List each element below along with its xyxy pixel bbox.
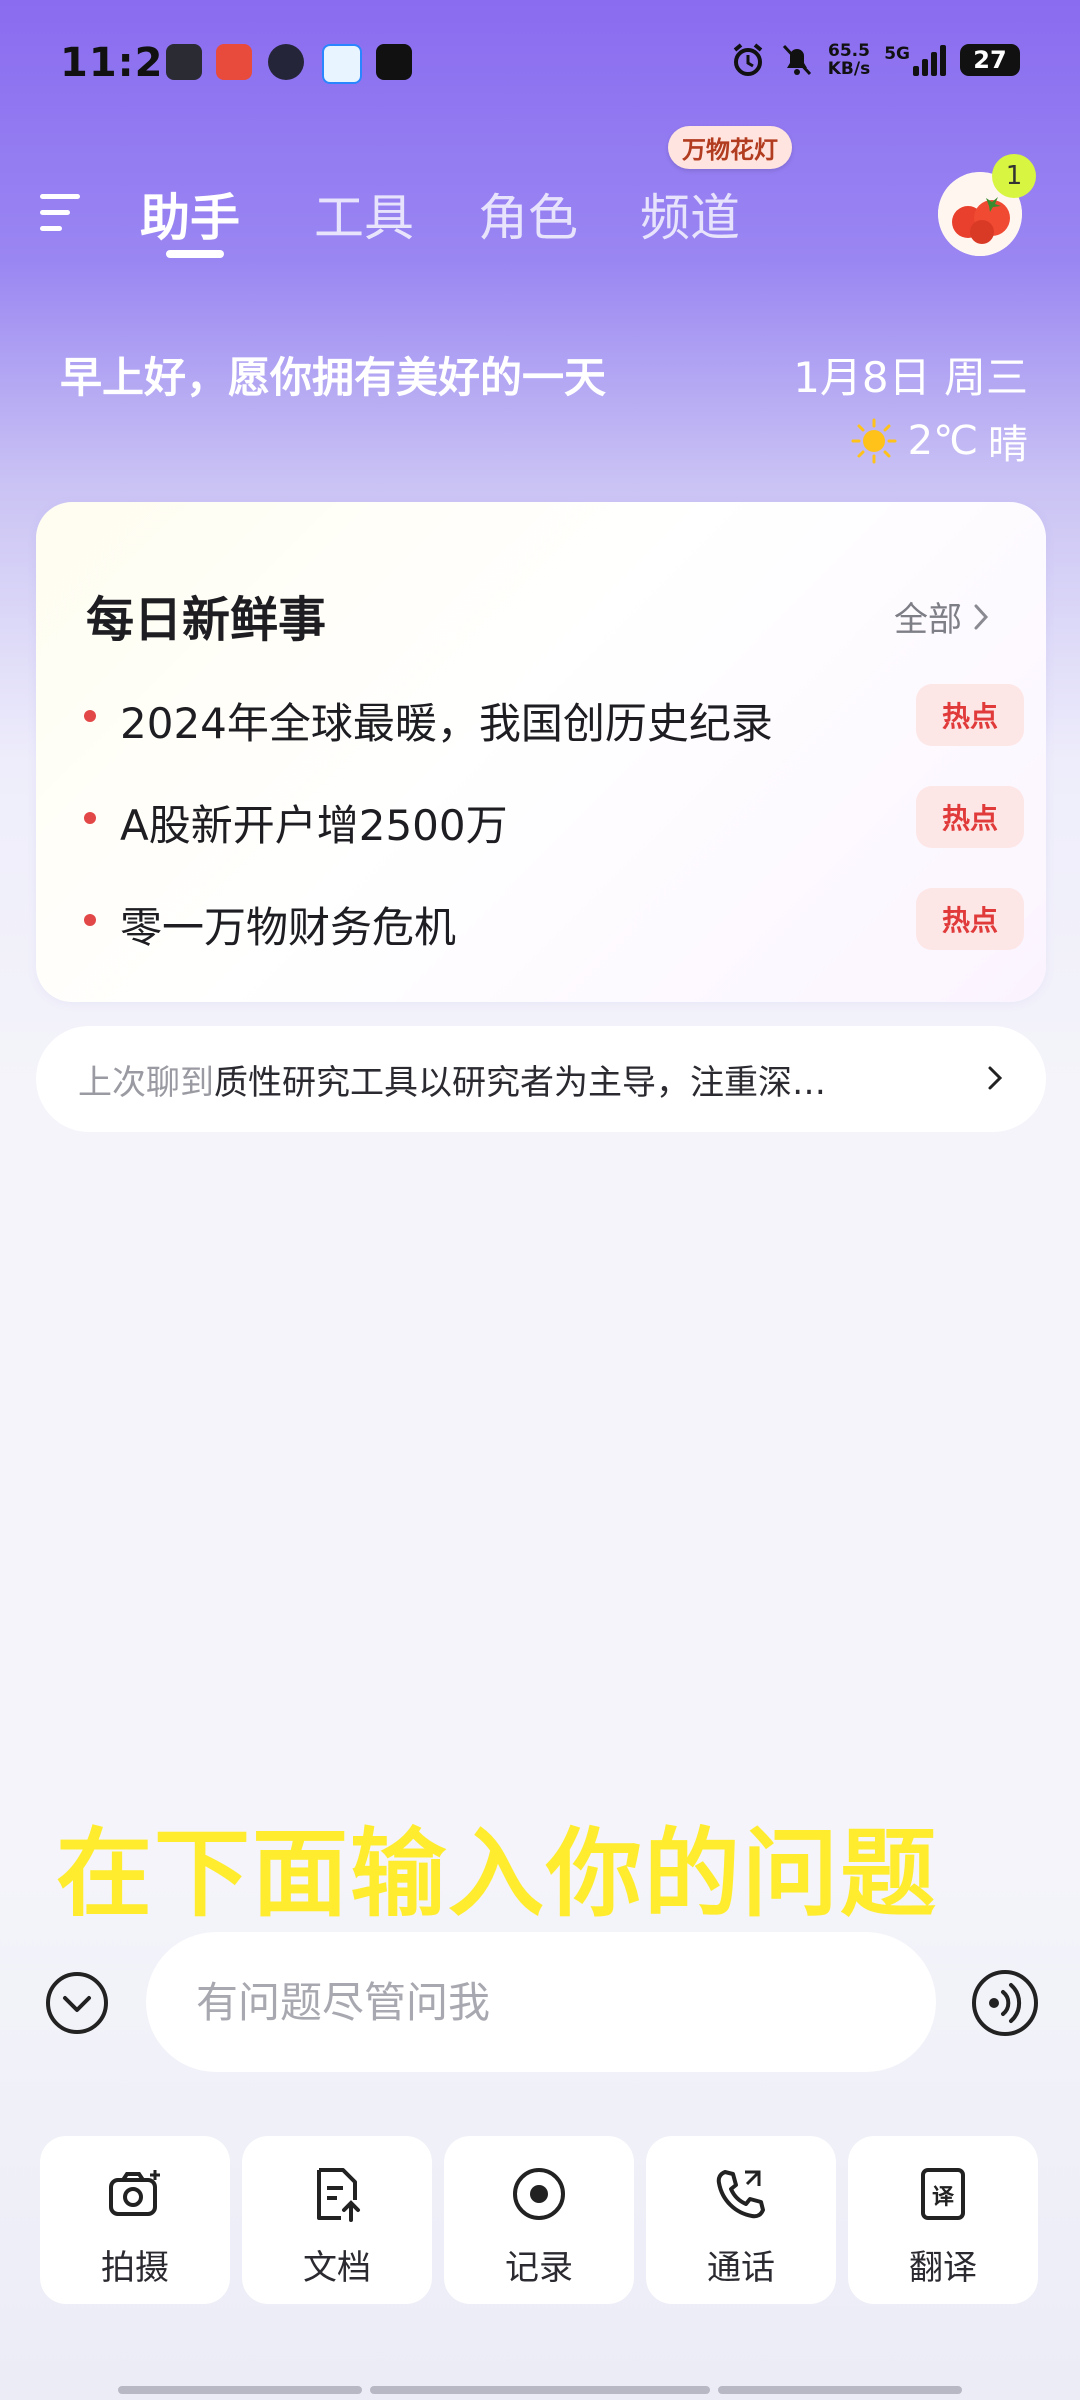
bullet-dot (84, 914, 96, 926)
channel-promo-badge[interactable]: 万物花灯 (668, 126, 792, 169)
chevron-right-icon (974, 604, 989, 629)
collapse-chevron-icon[interactable] (44, 1970, 110, 2036)
chevron-right-icon (988, 1066, 1003, 1090)
weather-condition: 晴 (988, 422, 1028, 468)
tool-document-button[interactable]: 文档 (242, 2136, 432, 2304)
tool-call-button[interactable]: 通话 (646, 2136, 836, 2304)
nav-indicator-left (118, 2386, 362, 2394)
bullet-dot (84, 812, 96, 824)
question-input-box[interactable] (146, 1932, 936, 2072)
news-item[interactable]: 2024年全球最暖，我国创历史纪录 热点 (84, 684, 1024, 750)
status-right: 65.5 KB/s 5G 27 (730, 42, 1020, 78)
signal-bar-icon (913, 65, 919, 76)
news-item[interactable]: A股新开户增2500万 热点 (84, 786, 1024, 852)
voice-call-icon[interactable] (970, 1968, 1040, 2038)
battery-indicator: 27 (960, 44, 1020, 76)
question-input[interactable] (194, 1976, 898, 2028)
tab-roles[interactable]: 角色 (478, 178, 578, 250)
date-text: 1月8日 周三 (793, 353, 1028, 402)
signal-indicator: 5G (884, 43, 946, 76)
greeting-text: 早上好，愿你拥有美好的一天 (60, 353, 607, 402)
last-chat-label: 上次聊到 (78, 1062, 214, 1103)
tab-tools[interactable]: 工具 (314, 178, 414, 250)
network-speed-unit: KB/s (827, 59, 871, 79)
news-item[interactable]: 零一万物财务危机 热点 (84, 888, 1024, 954)
tool-translate-button[interactable]: 译 翻译 (848, 2136, 1038, 2304)
network-speed-value: 65.5 (827, 41, 870, 61)
app-notification-icon-3 (268, 44, 304, 80)
news-item-text: 2024年全球最暖，我国创历史纪录 (120, 699, 773, 748)
svg-text:译: 译 (932, 2185, 955, 2210)
news-item-text: A股新开户增2500万 (120, 801, 508, 850)
hot-tag: 热点 (916, 888, 1024, 950)
tool-camera-button[interactable]: 拍摄 (40, 2136, 230, 2304)
tab-assistant[interactable]: 助手 (140, 178, 240, 250)
daily-news-card: 每日新鲜事 全部 2024年全球最暖，我国创历史纪录 热点 A股新开户增2500… (36, 502, 1046, 1002)
app-notification-icon-4 (322, 44, 362, 84)
tool-label: 拍摄 (101, 2248, 169, 2288)
active-tab-indicator (166, 250, 224, 258)
weather: 2℃ 晴 (850, 412, 1028, 470)
nav-indicator-center (370, 2386, 710, 2394)
app-notification-icon-2 (216, 44, 252, 80)
translate-icon: 译 (921, 2168, 965, 2220)
news-view-all-link[interactable]: 全部 (894, 592, 990, 641)
signal-bar-icon (931, 51, 937, 76)
mute-bell-icon (782, 44, 811, 76)
tool-record-button[interactable]: 记录 (444, 2136, 634, 2304)
camera-icon (109, 2170, 160, 2216)
notification-badge: 1 (992, 154, 1036, 198)
sun-icon (851, 418, 897, 464)
bullet-dot (84, 710, 96, 722)
nav-indicator-right (718, 2386, 962, 2394)
tool-label: 记录 (505, 2248, 573, 2288)
last-chat-entry[interactable]: 上次聊到 质性研究工具以研究者为主导，注重深… (36, 1026, 1046, 1132)
tool-label: 文档 (303, 2248, 371, 2288)
tiktok-icon (376, 44, 412, 80)
menu-icon[interactable] (40, 190, 86, 236)
network-type: 5G (884, 43, 910, 64)
tool-label: 通话 (707, 2248, 775, 2288)
status-bar: 11:21 65.5 KB/s 5G 27 (0, 40, 1080, 92)
hot-tag: 热点 (916, 684, 1024, 746)
last-chat-text: 质性研究工具以研究者为主导，注重深… (214, 1062, 826, 1103)
tab-channels[interactable]: 频道 (640, 178, 740, 250)
hot-tag: 热点 (916, 786, 1024, 848)
tool-shortcuts: 拍摄 文档 记录 通话 译 翻译 (40, 2136, 1040, 2304)
phone-call-icon (716, 2170, 765, 2219)
alarm-icon (733, 43, 763, 76)
app-notification-icon-1 (166, 44, 202, 80)
signal-bar-icon (940, 44, 946, 76)
news-view-all-label: 全部 (894, 600, 962, 640)
record-icon (513, 2168, 565, 2220)
document-upload-icon (317, 2168, 360, 2222)
temperature: 2℃ (907, 418, 978, 464)
signal-bar-icon (922, 58, 928, 76)
tool-label: 翻译 (909, 2248, 977, 2288)
instruction-caption: 在下面输入你的问题 (56, 1818, 938, 1930)
news-card-title: 每日新鲜事 (86, 592, 327, 648)
network-speed: 65.5 KB/s (828, 42, 870, 78)
news-item-text: 零一万物财务危机 (120, 903, 457, 952)
